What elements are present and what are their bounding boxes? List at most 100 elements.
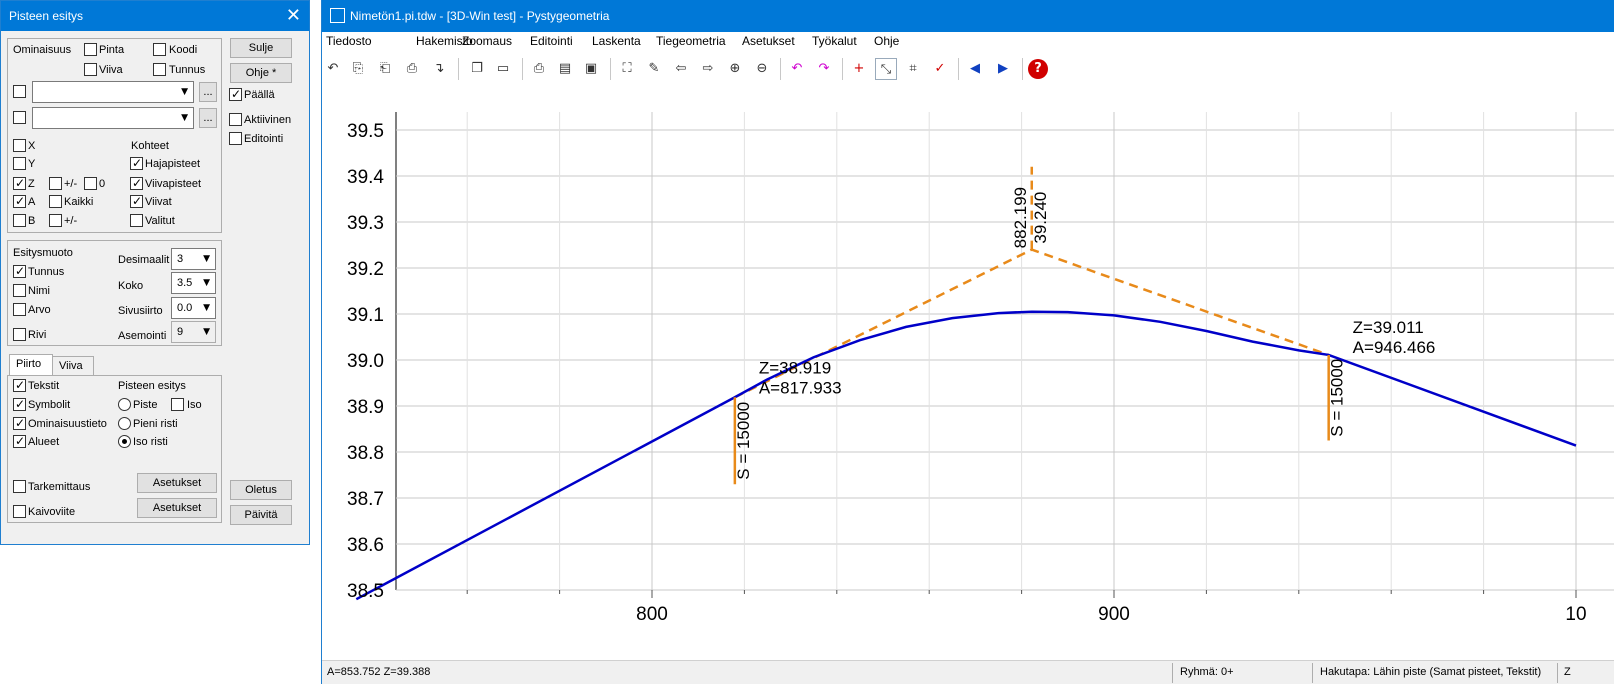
- pan-right-icon[interactable]: ⇨: [697, 58, 719, 80]
- edit-checkbox[interactable]: [229, 132, 242, 145]
- attribute-info-checkbox[interactable]: [13, 416, 26, 430]
- rivi-checkbox[interactable]: [13, 328, 26, 341]
- kaikki-checkbox[interactable]: [49, 195, 62, 208]
- chevron-down-icon: ▼: [203, 303, 210, 313]
- z-checkbox[interactable]: [13, 176, 26, 190]
- prev-icon[interactable]: ◀: [964, 58, 986, 80]
- filter2-checkbox[interactable]: [13, 111, 26, 124]
- filter1-select[interactable]: ▼: [32, 81, 194, 103]
- menu-zoomaus[interactable]: Zoomaus: [462, 34, 512, 48]
- menu-editointi[interactable]: Editointi: [530, 34, 573, 48]
- texts-checkbox[interactable]: [13, 378, 26, 392]
- close-button[interactable]: Sulje: [230, 38, 292, 58]
- print-icon[interactable]: ⎙: [528, 58, 550, 80]
- tunnus-attr-checkbox[interactable]: [153, 63, 166, 76]
- toolbar-separator: [958, 58, 959, 80]
- size-select[interactable]: 3.5 ▼: [171, 272, 216, 294]
- menu-asetukset[interactable]: Asetukset: [742, 34, 795, 48]
- pen-icon[interactable]: ✎: [643, 58, 665, 80]
- b-checkbox[interactable]: [13, 214, 26, 227]
- coords-icon[interactable]: ⌗: [902, 58, 924, 80]
- filter1-checkbox[interactable]: [13, 85, 26, 98]
- nimi-checkbox[interactable]: [13, 284, 26, 297]
- zero-checkbox[interactable]: [84, 177, 97, 190]
- tab-viiva[interactable]: Viiva: [52, 356, 94, 376]
- main-window: Nimetön1.pi.tdw - [3D-Win test] - Pystyg…: [321, 0, 1614, 684]
- undo-arrow-icon[interactable]: ↶: [786, 58, 808, 80]
- copy-icon[interactable]: ⎘: [347, 58, 369, 80]
- areas-checkbox[interactable]: [13, 434, 26, 448]
- x-checkbox[interactable]: [13, 139, 26, 152]
- pan-left-icon[interactable]: ⇦: [670, 58, 692, 80]
- scale-icon[interactable]: ▤: [554, 58, 576, 80]
- arvo-checkbox[interactable]: [13, 303, 26, 316]
- b-plusminus-checkbox[interactable]: [49, 214, 62, 227]
- y-checkbox[interactable]: [13, 157, 26, 170]
- filter2-browse-button[interactable]: ...: [199, 108, 217, 128]
- valitut-checkbox[interactable]: [130, 214, 143, 227]
- symbols-checkbox[interactable]: [13, 397, 26, 411]
- decimals-select[interactable]: 3 ▼: [171, 248, 216, 270]
- close-icon[interactable]: ✕: [286, 5, 301, 25]
- menu-ohje[interactable]: Ohje: [874, 34, 899, 48]
- menu-laskenta[interactable]: Laskenta: [592, 34, 641, 48]
- tab-piirto[interactable]: Piirto: [9, 354, 53, 376]
- copy-page-icon[interactable]: ❐: [466, 58, 488, 80]
- profile-plot[interactable]: 38.5 38.6 38.7 38.8 38.9 39.0 39.1 39.2 39.3 39.4…: [322, 104, 1614, 660]
- default-button[interactable]: Oletus: [230, 480, 292, 500]
- settings2-button[interactable]: Asetukset: [137, 498, 217, 518]
- decimals-value: 3: [177, 253, 184, 265]
- zoom-extents-icon[interactable]: ⛶: [616, 58, 638, 80]
- menu-bar: Tiedosto Hakemisto Zoomaus Editointi Las…: [322, 32, 1614, 52]
- menu-tiedosto[interactable]: Tiedosto: [326, 34, 372, 48]
- frame-icon[interactable]: ▣: [580, 58, 602, 80]
- point-radio[interactable]: [118, 398, 131, 411]
- add-point-icon[interactable]: +: [848, 58, 870, 80]
- a-checkbox[interactable]: [13, 194, 26, 208]
- open-icon[interactable]: ⎙: [401, 58, 423, 80]
- viivapisteet-checkbox[interactable]: [130, 176, 143, 190]
- paste-icon[interactable]: ⎗: [374, 58, 396, 80]
- save-icon[interactable]: ↴: [428, 58, 450, 80]
- zoom-out-icon[interactable]: ⊖: [751, 58, 773, 80]
- z-plusminus-checkbox[interactable]: [49, 177, 62, 190]
- new-page-icon[interactable]: ▭: [492, 58, 514, 80]
- help-button[interactable]: Ohje *: [230, 63, 292, 83]
- measure-icon[interactable]: ⤡: [875, 58, 897, 80]
- help-icon[interactable]: ?: [1028, 59, 1048, 79]
- tunnus-checkbox[interactable]: [13, 264, 26, 278]
- window-title: Nimetön1.pi.tdw - [3D-Win test] - Pystyg…: [322, 0, 1614, 32]
- menu-tyokalut[interactable]: Työkalut: [812, 34, 857, 48]
- menu-tiegeometria[interactable]: Tiegeometria: [656, 34, 726, 48]
- placement-select[interactable]: 9 ▼: [171, 321, 216, 343]
- y-tick-label: 39.3: [347, 213, 384, 234]
- small-cross-label: Pieni risti: [133, 418, 178, 430]
- active-checkbox[interactable]: [229, 113, 242, 126]
- curve-radius-label: S = 15000: [1328, 359, 1347, 437]
- zoom-in-icon[interactable]: ⊕: [724, 58, 746, 80]
- hajapisteet-checkbox[interactable]: [130, 156, 143, 170]
- kaivoviite-checkbox[interactable]: [13, 505, 26, 518]
- undo-icon[interactable]: ↶: [322, 58, 344, 80]
- pinta-checkbox[interactable]: [84, 43, 97, 56]
- rivi-label: Rivi: [28, 329, 47, 341]
- viiva-checkbox[interactable]: [84, 63, 97, 76]
- next-icon[interactable]: ▶: [992, 58, 1014, 80]
- tarkemittaus-checkbox[interactable]: [13, 480, 26, 493]
- chevron-down-icon: ▼: [203, 278, 210, 288]
- filter2-select[interactable]: ▼: [32, 107, 194, 129]
- settings1-button[interactable]: Asetukset: [137, 473, 217, 493]
- on-checkbox[interactable]: [229, 87, 242, 101]
- koodi-checkbox[interactable]: [153, 43, 166, 56]
- large-checkbox[interactable]: [171, 398, 184, 411]
- filter1-browse-button[interactable]: ...: [199, 82, 217, 102]
- viivat-checkbox[interactable]: [130, 194, 143, 208]
- active-label: Aktiivinen: [244, 114, 292, 126]
- check-icon[interactable]: ✓: [929, 58, 951, 80]
- small-cross-radio[interactable]: [118, 417, 131, 430]
- offset-select[interactable]: 0.0 ▼: [171, 297, 216, 319]
- redo-arrow-icon[interactable]: ↷: [813, 58, 835, 80]
- refresh-button[interactable]: Päivitä: [230, 505, 292, 525]
- kaivoviite-label: Kaivoviite: [28, 506, 76, 518]
- large-cross-radio[interactable]: [118, 435, 131, 448]
